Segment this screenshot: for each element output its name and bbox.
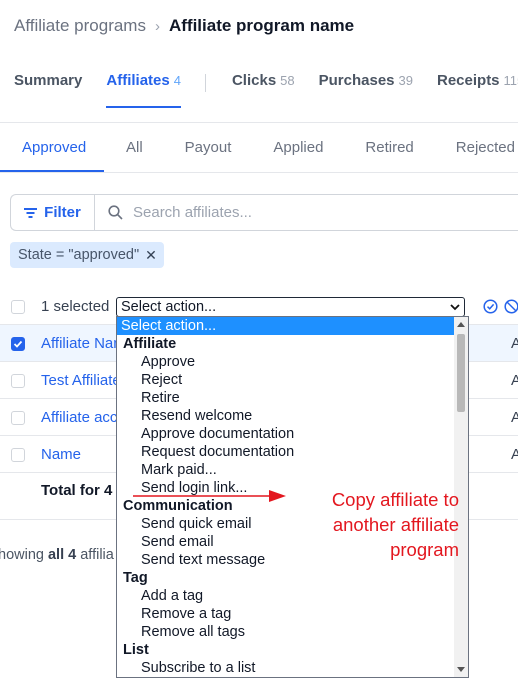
close-icon[interactable]: ✕ (145, 247, 157, 264)
bulk-action-select[interactable]: Select action... (116, 297, 465, 317)
dropdown-option[interactable]: Reject (117, 371, 454, 389)
showing-prefix: howing (0, 547, 48, 563)
affiliate-name-link[interactable]: Name (41, 446, 81, 463)
table-total: Total for 4 A (41, 482, 127, 499)
ban-icon[interactable] (504, 299, 518, 314)
showing-suffix: affilia (76, 547, 114, 563)
tab-affiliates[interactable]: Affiliates 4 (106, 72, 181, 108)
filter-label: Filter (44, 204, 81, 221)
annotation-text: Copy affiliate to another affiliate prog… (331, 489, 459, 560)
breadcrumb: Affiliate programs › Affiliate program n… (14, 16, 354, 36)
breadcrumb-separator-icon: › (154, 17, 160, 35)
tab-retired[interactable]: Retired (343, 126, 433, 172)
dropdown-group-label: Tag (123, 570, 148, 586)
dropdown-option[interactable]: Select action... (117, 317, 454, 335)
status-tabs: Approved All Payout Applied Retired Reje… (0, 126, 518, 172)
dropdown-option[interactable]: Remove all tags (117, 623, 454, 641)
tab-count: 58 (280, 73, 295, 88)
dropdown-option[interactable]: Request documentation (117, 443, 454, 461)
row-cell: A (511, 335, 518, 352)
filter-button[interactable]: Filter (10, 194, 94, 231)
tab-rejected[interactable]: Rejected (434, 126, 518, 172)
divider (0, 172, 518, 173)
dropdown-option[interactable]: Mark paid... (117, 461, 454, 479)
tab-label: Receipts (437, 72, 500, 89)
check-circle-icon[interactable] (483, 299, 498, 314)
bulk-action-value: Select action... (121, 299, 217, 315)
row-cell: A (511, 446, 518, 463)
annotation-arrow-icon (133, 490, 286, 502)
showing-count: all 4 (47, 547, 77, 563)
dropdown-option[interactable]: Add a tag (117, 587, 454, 605)
row-cell: A (511, 372, 518, 389)
tab-purchases[interactable]: Purchases 39 (319, 72, 413, 108)
tab-divider (204, 74, 206, 92)
row-cell: A (511, 409, 518, 426)
tab-count: 115 (503, 73, 518, 88)
dropdown-option[interactable]: Retire (117, 389, 454, 407)
search-input[interactable] (131, 203, 435, 222)
tab-payout[interactable]: Payout (163, 126, 252, 172)
row-checkbox[interactable] (11, 411, 25, 425)
tab-label: Clicks (231, 72, 277, 89)
chevron-down-icon (450, 303, 460, 310)
filter-chip-label: State = "approved" (18, 247, 140, 263)
dropdown-group-label: List (123, 642, 149, 658)
tab-receipts[interactable]: Receipts115 (437, 72, 518, 108)
check-icon (13, 340, 23, 348)
tab-count: 39 (398, 73, 413, 88)
select-all-checkbox[interactable] (11, 300, 25, 314)
selected-count: 1 selected (41, 298, 110, 315)
tab-applied[interactable]: Applied (251, 126, 343, 172)
tab-all[interactable]: All (104, 126, 163, 172)
tab-clicks[interactable]: Clicks 58 (232, 72, 295, 108)
dropdown-group-label: Affiliate (123, 336, 177, 352)
page-title: Affiliate program name (168, 16, 355, 35)
scroll-up-arrow-icon[interactable] (457, 322, 465, 327)
tab-label: Affiliates (106, 72, 170, 89)
affiliate-name-link[interactable]: Test Affiliate (41, 372, 121, 389)
breadcrumb-parent-link[interactable]: Affiliate programs (14, 16, 146, 36)
filter-icon (24, 207, 38, 218)
row-checkbox[interactable] (11, 337, 25, 351)
search-box (94, 194, 518, 231)
filter-chip: State = "approved" ✕ (10, 242, 164, 268)
row-checkbox[interactable] (11, 374, 25, 388)
scroll-down-arrow-icon[interactable] (457, 667, 465, 672)
divider (0, 122, 518, 123)
scrollbar-thumb[interactable] (457, 334, 465, 412)
dropdown-option[interactable]: Subscribe to a list (117, 659, 454, 677)
search-icon (108, 205, 123, 220)
tab-label: Summary (14, 72, 83, 89)
primary-tabs: Summary Affiliates 4 Clicks 58 Purchases 39… (14, 72, 518, 108)
pagination-summary: howing all 4 affilia (0, 547, 114, 563)
tab-summary[interactable]: Summary (14, 72, 82, 108)
tab-count: 4 (173, 73, 181, 88)
dropdown-option[interactable]: Approve (117, 353, 454, 371)
dropdown-option[interactable]: Resend welcome (117, 407, 454, 425)
tab-approved[interactable]: Approved (0, 126, 104, 172)
tab-label: Purchases (318, 72, 395, 89)
row-checkbox[interactable] (11, 448, 25, 462)
dropdown-option[interactable]: Remove a tag (117, 605, 454, 623)
dropdown-option[interactable]: Approve documentation (117, 425, 454, 443)
